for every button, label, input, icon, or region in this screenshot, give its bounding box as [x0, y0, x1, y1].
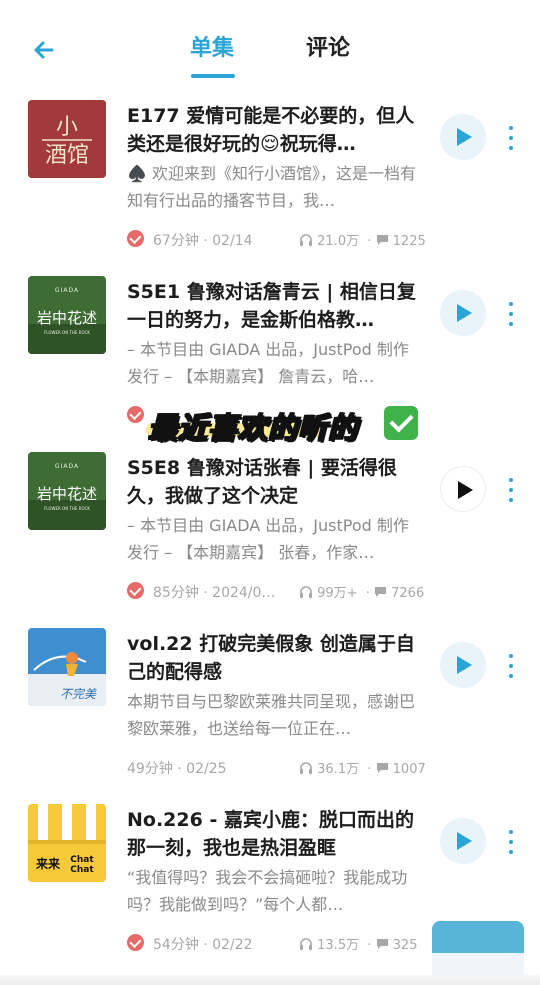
episode-item[interactable]: 小 酒馆 E177 爱情可能是不必要的，但人类还是很好玩的😌祝玩得… ♠️ 欢迎… [0, 84, 540, 260]
top-bar: 单集 评论 [0, 0, 540, 84]
play-icon [457, 656, 472, 674]
play-button[interactable] [440, 642, 486, 688]
episode-title[interactable]: S5E8 鲁豫对话张春 | 要活得很久，我做了这个决定 [127, 454, 423, 510]
episode-meta: 85分钟 · 2024/0… 99万+ · 7266 [127, 580, 427, 602]
episode-description: “我值得吗？我会不会搞砸啦？我能成功吗？我能做到吗？”每个人都… [127, 868, 408, 914]
cover-en2: Chat [70, 865, 94, 875]
comment-icon [375, 587, 386, 597]
episode-meta: 49分钟 · 02/25 36.1万 · 1007 [127, 756, 427, 778]
cover-name: 岩中花述 [37, 485, 97, 503]
played-check-icon [127, 230, 144, 247]
headphones-icon [300, 586, 312, 598]
more-options-icon[interactable] [506, 126, 516, 150]
bottom-edge [0, 975, 540, 985]
episode-cover: 不完美 [28, 628, 106, 706]
cover-cn: 来来 [35, 856, 61, 871]
play-count: 21.0万 [317, 234, 360, 249]
episode-title[interactable]: S5E1 鲁豫对话詹青云 | 相信日复一日的努力，是金斯伯格教… [127, 278, 423, 334]
episode-description: 本期节目与巴黎欧莱雅共同呈现，感谢巴黎欧莱雅，也送给每一位正在… [127, 692, 416, 738]
tab-episodes[interactable]: 单集 [190, 30, 234, 62]
play-icon [457, 304, 472, 322]
episode-title[interactable]: No.226 - 嘉宾小鹿：脱口而出的那一刻，我也是热泪盈眶 [127, 806, 423, 862]
played-check-icon [127, 934, 144, 951]
headphones-icon [300, 938, 312, 950]
episode-item[interactable]: 不完美 vol.22 打破完美假象 创造属于自己的配得感 本期节目与巴黎欧莱雅共… [0, 612, 540, 788]
comment-count: 7266 [391, 586, 425, 601]
more-options-icon[interactable] [506, 830, 516, 854]
sticker-text: 最近喜欢的听的 [147, 410, 359, 446]
cover-brand: GIADA [55, 463, 79, 470]
episode-title[interactable]: vol.22 打破完美假象 创造属于自己的配得感 [127, 630, 423, 686]
more-options-icon[interactable] [506, 302, 516, 326]
stats: 36.1万 · 1007 [299, 758, 426, 777]
play-count: 13.5万 [317, 938, 360, 953]
duration-date: 85分钟 · 2024/0… [153, 585, 276, 601]
cover-text-bottom: 酒馆 [45, 143, 89, 168]
duration-date: 54分钟 · 02/22 [153, 937, 253, 953]
episode-meta: 67分钟 · 02/14 21.0万 · 1225 [127, 228, 427, 250]
play-button[interactable] [440, 114, 486, 160]
comment-count: 1007 [392, 762, 426, 777]
headphones-icon [300, 234, 312, 246]
comment-icon [376, 235, 388, 245]
episode-cover: 来来 Chat Chat [28, 804, 106, 882]
cover-sub: FLOWER ON THE ROCK [44, 506, 90, 511]
overlay-sticker: 最近喜欢的听的 [140, 403, 420, 449]
duration-date: 49分钟 · 02/25 [127, 761, 227, 777]
episode-description: ♠️ 欢迎来到《知行小酒馆》，这是一档有知有行出品的播客节目，我… [127, 164, 417, 210]
cover-text: 不完美 [60, 687, 97, 701]
cover-brand: GIADA [55, 287, 79, 294]
more-options-icon[interactable] [506, 654, 516, 678]
active-tab-indicator [191, 74, 235, 78]
episode-cover: GIADA 岩中花述 FLOWER ON THE ROCK [28, 452, 106, 530]
duration-date: 67分钟 · 02/14 [153, 233, 253, 249]
play-button[interactable] [440, 290, 486, 336]
tab-comments[interactable]: 评论 [306, 30, 350, 62]
back-arrow-icon[interactable] [30, 36, 58, 64]
episode-title[interactable]: E177 爱情可能是不必要的，但人类还是很好玩的😌祝玩得… [127, 102, 423, 158]
check-mark-icon [384, 406, 418, 440]
play-count: 36.1万 [317, 762, 360, 777]
comment-icon [376, 763, 388, 773]
cover-text-top: 小 [56, 115, 78, 140]
comment-icon [376, 939, 388, 949]
episode-cover: GIADA 岩中花述 FLOWER ON THE ROCK [28, 276, 106, 354]
play-button[interactable] [440, 818, 486, 864]
cover-sub: FLOWER ON THE ROCK [44, 330, 90, 335]
comment-count: 1225 [392, 234, 426, 249]
episode-meta: 54分钟 · 02/22 13.5万 · 325 [127, 932, 427, 954]
stats: 21.0万 · 1225 [299, 230, 426, 249]
headphones-icon [300, 762, 312, 774]
play-icon [457, 832, 472, 850]
play-count: 99万+ [317, 586, 358, 601]
comment-count: 325 [392, 938, 418, 953]
episode-item[interactable]: GIADA 岩中花述 FLOWER ON THE ROCK S5E8 鲁豫对话张… [0, 436, 540, 612]
stats: 13.5万 · 325 [299, 934, 417, 953]
played-check-icon [127, 582, 144, 599]
play-icon [458, 481, 473, 499]
play-button[interactable] [440, 466, 486, 512]
cover-name: 岩中花述 [37, 309, 97, 327]
episode-cover: 小 酒馆 [28, 100, 106, 178]
stats: 99万+ · 7266 [299, 582, 424, 601]
episode-description: – 本节目由 GIADA 出品，JustPod 制作发行 – 【本期嘉宾】 张春… [127, 516, 409, 562]
episode-description: – 本节目由 GIADA 出品，JustPod 制作发行 – 【本期嘉宾】 詹青… [127, 340, 409, 386]
cover-en1: Chat [70, 855, 94, 865]
more-options-icon[interactable] [506, 478, 516, 502]
play-icon [457, 128, 472, 146]
